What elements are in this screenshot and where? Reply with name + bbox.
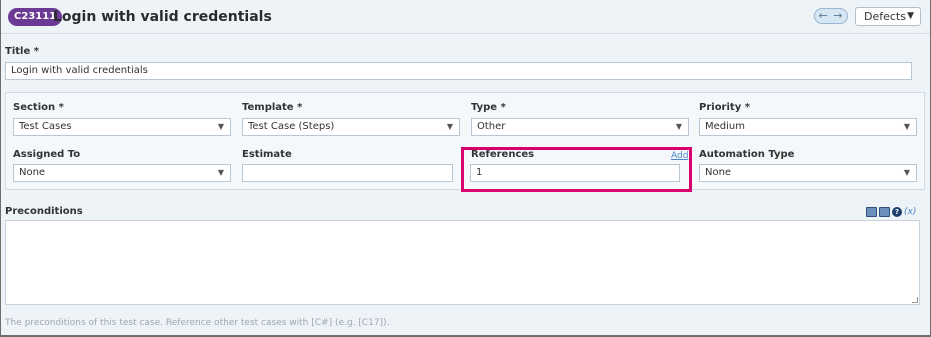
page-title: Login with valid credentials — [53, 9, 272, 25]
chevron-down-icon: ▼ — [446, 122, 453, 131]
template-select[interactable]: Test Case (Steps) ▼ — [242, 118, 460, 136]
chevron-down-icon: ▼ — [217, 168, 224, 177]
table-icon[interactable] — [866, 207, 877, 217]
type-label: Type * — [471, 102, 506, 113]
chevron-down-icon: ▼ — [903, 168, 910, 177]
automation-type-value: None — [705, 167, 732, 178]
chevron-down-icon: ▼ — [907, 11, 914, 21]
chevron-down-icon: ▼ — [217, 122, 224, 131]
image-icon[interactable] — [879, 207, 890, 217]
priority-label: Priority * — [699, 102, 750, 113]
section-value: Test Cases — [19, 121, 72, 132]
title-label: Title * — [5, 46, 39, 57]
section-label: Section * — [13, 102, 64, 113]
defects-label: Defects — [864, 10, 906, 23]
prev-next-nav[interactable]: ← → — [814, 8, 848, 24]
chevron-down-icon: ▼ — [903, 122, 910, 131]
case-header: C23111 Login with valid credentials ← → … — [1, 0, 930, 34]
editor-toolbar: ? (x) — [866, 206, 916, 218]
defects-dropdown-button[interactable]: Defects ▼ — [855, 7, 921, 26]
chevron-down-icon: ▼ — [675, 122, 682, 131]
assigned-to-select[interactable]: None ▼ — [13, 164, 231, 182]
variable-icon[interactable]: (x) — [904, 207, 916, 217]
estimate-input[interactable] — [242, 164, 453, 182]
preconditions-textarea[interactable] — [5, 220, 920, 305]
priority-select[interactable]: Medium ▼ — [699, 118, 917, 136]
assigned-to-label: Assigned To — [13, 149, 81, 160]
automation-type-label: Automation Type — [699, 149, 795, 160]
preconditions-hint: The preconditions of this test case. Ref… — [5, 318, 390, 328]
automation-type-select[interactable]: None ▼ — [699, 164, 917, 182]
title-input[interactable]: Login with valid credentials — [5, 62, 912, 80]
references-highlight — [461, 147, 692, 192]
section-select[interactable]: Test Cases ▼ — [13, 118, 231, 136]
preconditions-label: Preconditions — [5, 206, 83, 217]
template-value: Test Case (Steps) — [248, 121, 335, 132]
resize-handle-icon[interactable] — [912, 297, 918, 303]
type-select[interactable]: Other ▼ — [471, 118, 689, 136]
priority-value: Medium — [705, 121, 745, 132]
help-icon[interactable]: ? — [892, 207, 902, 217]
estimate-label: Estimate — [242, 149, 292, 160]
assigned-to-value: None — [19, 167, 46, 178]
template-label: Template * — [242, 102, 303, 113]
type-value: Other — [477, 121, 506, 132]
